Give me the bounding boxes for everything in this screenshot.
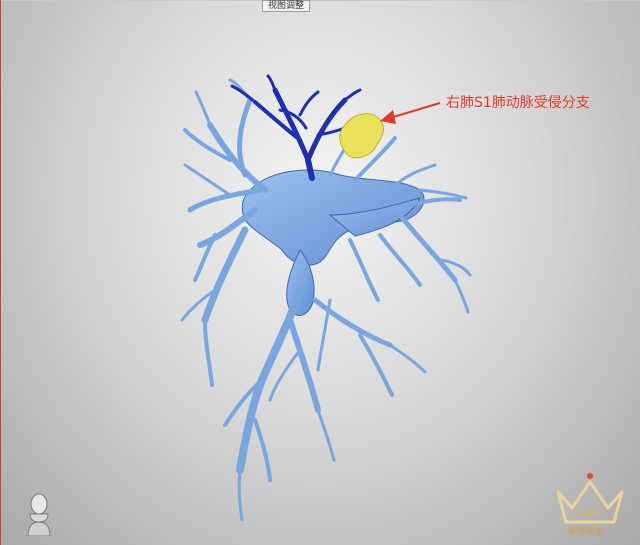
3d-viewport[interactable]: 视图调整 右肺S1肺动脉受侵分支 ZWDX 紫薇帝星 (0, 0, 640, 545)
vessel-branches (180, 78, 472, 522)
head-orientation-icon[interactable] (24, 492, 54, 537)
logo-badge: ZWDX (577, 509, 603, 518)
annotation-label: 右肺S1肺动脉受侵分支 (446, 95, 590, 111)
invaded-s1-branch (230, 74, 362, 181)
logo-text: 紫薇帝星 (568, 527, 605, 537)
tumor-region (339, 113, 384, 159)
annotation-arrow (380, 102, 441, 124)
main-artery-trunk (241, 169, 425, 316)
pulmonary-artery-model[interactable] (0, 0, 640, 545)
